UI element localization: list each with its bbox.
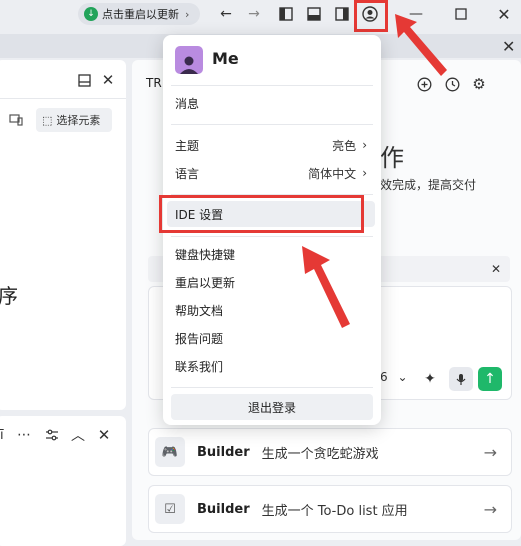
annotation-box-ide-settings (159, 195, 364, 233)
panel-title: TR (146, 76, 162, 90)
microphone-icon (456, 373, 466, 385)
arrow-right-icon: → (483, 442, 497, 462)
select-element-button[interactable]: ⬚ 选择元素 (36, 108, 112, 132)
select-element-label: 选择元素 (56, 114, 101, 127)
send-button[interactable]: ↑ (478, 367, 502, 391)
annotation-arrow-account (395, 14, 447, 76)
menu-item-label: 主题 (175, 138, 200, 153)
menu-item-value: 简体中文 (308, 166, 357, 181)
panel-edge-glyph: ī (0, 428, 4, 443)
sparkle-icon[interactable]: ✦ (420, 369, 440, 389)
panel-layout-icon[interactable] (74, 70, 94, 90)
menu-item-label: 消息 (175, 96, 200, 111)
panel-close-icon[interactable]: ✕ (98, 70, 118, 90)
update-label: 点击重启以更新 (102, 8, 179, 21)
chevron-up-icon[interactable]: ︿ (68, 425, 88, 445)
menu-divider (171, 236, 373, 237)
cursor-select-icon: ⬚ (42, 113, 53, 127)
divider (0, 98, 126, 99)
settings-gear-icon[interactable]: ⚙ (469, 74, 489, 94)
logout-button[interactable]: 退出登录 (171, 394, 373, 420)
menu-item-label: 语言 (175, 166, 200, 181)
builder-description: 生成一个 To-Do list 应用 (261, 503, 408, 519)
menu-item-label: 联系我们 (175, 359, 224, 374)
builder-label: Builder (197, 501, 250, 517)
panel-bottom-close-icon[interactable]: ✕ (94, 425, 114, 445)
chip-close-icon[interactable]: ✕ (486, 259, 506, 279)
welcome-subtext: 效完成，提高交付 (380, 178, 477, 192)
menu-username: Me (212, 49, 239, 68)
chevron-right-icon: › (362, 138, 367, 152)
layout-left-icon[interactable] (276, 4, 296, 24)
builder-card-todo[interactable]: ☑ Builder 生成一个 To-Do list 应用 → (148, 485, 512, 533)
window-close-icon[interactable]: ✕ (494, 4, 514, 24)
layout-right-icon[interactable] (332, 4, 352, 24)
model-version: 6 (380, 370, 388, 384)
arrow-left-icon[interactable]: ← (216, 4, 236, 24)
filter-icon[interactable] (42, 425, 62, 445)
close-notice-icon[interactable]: ✕ (502, 37, 515, 56)
menu-item-contact[interactable]: 联系我们 (163, 353, 381, 379)
gamepad-icon: 🎮 (155, 437, 185, 467)
builder-card-snake[interactable]: 🎮 Builder 生成一个贪吃蛇游戏 → (148, 428, 512, 476)
chevron-right-icon: › (362, 166, 367, 180)
menu-divider (171, 124, 373, 125)
more-icon[interactable]: ⋯ (14, 425, 34, 445)
menu-item-label: 报告问题 (175, 331, 224, 346)
menu-divider (171, 387, 373, 388)
menu-item-value: 亮色 (332, 138, 357, 153)
chevron-down-icon: ⌄ (397, 370, 408, 384)
chevron-right-icon: › (185, 7, 190, 21)
arrow-right-icon[interactable]: → (244, 4, 264, 24)
arrow-right-icon: → (483, 499, 497, 519)
menu-item-theme[interactable]: 主题 亮色 › (163, 132, 381, 158)
model-selector[interactable]: 6 ⌄ (380, 370, 408, 384)
device-icon[interactable] (6, 110, 26, 130)
annotation-arrow-ide-settings (302, 246, 350, 328)
menu-divider (171, 85, 373, 86)
builder-label: Builder (197, 444, 250, 460)
annotation-box-account (354, 0, 388, 32)
partial-text: 序 (0, 284, 18, 308)
download-icon: ↓ (84, 7, 98, 21)
builder-description: 生成一个贪吃蛇游戏 (261, 446, 379, 462)
layout-bottom-icon[interactable] (304, 4, 324, 24)
microphone-button[interactable] (449, 367, 473, 391)
menu-item-language[interactable]: 语言 简体中文 › (163, 160, 381, 186)
welcome-heading: 作 (380, 144, 404, 172)
avatar (175, 46, 203, 74)
menu-item-messages[interactable]: 消息 (163, 90, 381, 116)
arrow-up-icon: ↑ (484, 371, 496, 387)
checklist-icon: ☑ (155, 494, 185, 524)
update-button[interactable]: ↓ 点击重启以更新 › (78, 3, 200, 25)
